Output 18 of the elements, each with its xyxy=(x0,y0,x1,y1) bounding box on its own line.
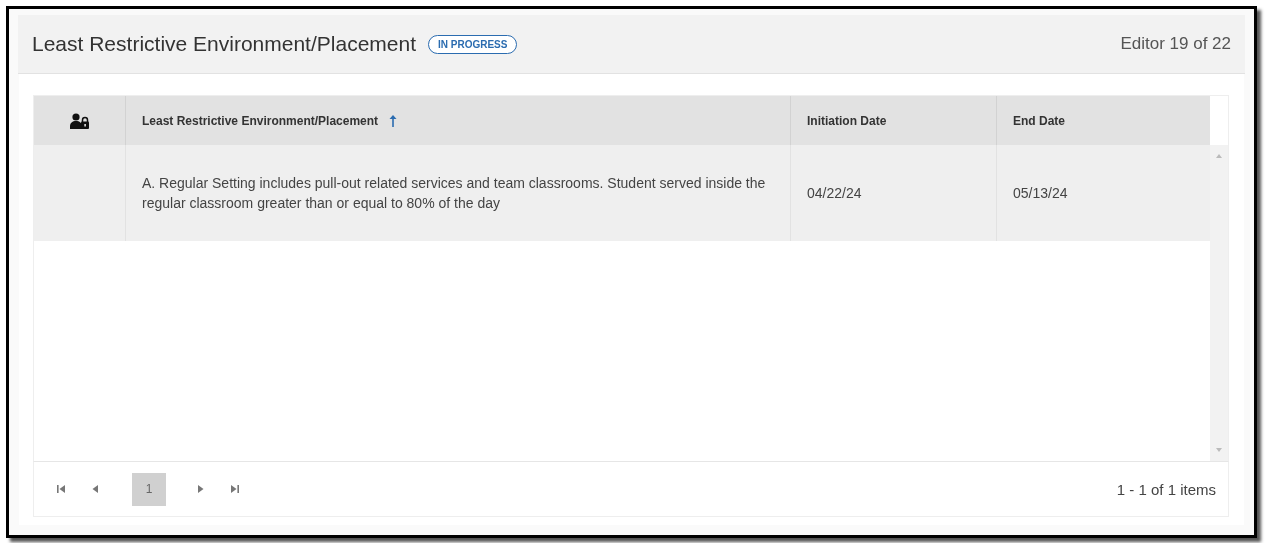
previous-page-icon[interactable] xyxy=(90,484,100,494)
table-row[interactable]: A. Regular Setting includes pull-out related services and team classrooms. Student served inside the regular classroom greater than or equal to 80% of the day 04/22/24 05/13/24 xyxy=(34,145,1210,241)
page-button[interactable]: 1 xyxy=(132,472,166,506)
table-cell-text: 05/13/24 xyxy=(1013,184,1068,203)
table-cell-text: A. Regular Setting includes pull-out related services and team classrooms. Student served inside the regular classroom greater than or equal to 80% of the day xyxy=(142,174,767,213)
column-header[interactable]: Least Restrictive Environment/Placement xyxy=(142,113,399,128)
column-header[interactable]: Initiation Date xyxy=(807,113,887,128)
pager-summary: 1 - 1 of 1 items xyxy=(1116,480,1216,498)
panel-title: Least Restrictive Environment/Placement xyxy=(32,32,416,56)
column-header[interactable]: End Date xyxy=(1013,113,1065,128)
next-page-icon[interactable] xyxy=(196,484,206,494)
first-page-icon[interactable] xyxy=(56,484,66,494)
editor-position: Editor 19 of 22 xyxy=(1120,34,1231,54)
status-badge: IN PROGRESS xyxy=(428,34,518,54)
table-cell-text: 04/22/24 xyxy=(807,184,862,203)
user-lock-icon xyxy=(69,112,90,129)
sort-arrow-icon xyxy=(388,113,399,128)
last-page-icon[interactable] xyxy=(230,484,240,494)
